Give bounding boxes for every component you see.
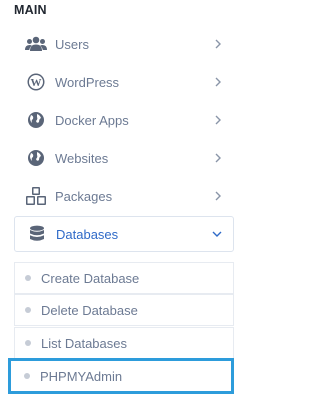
submenu-item-create-database[interactable]: Create Database	[14, 262, 234, 294]
globe-icon	[24, 148, 48, 168]
submenu-item-label: PHPMYAdmin	[40, 368, 123, 384]
submenu-item-label: Delete Database	[41, 302, 138, 318]
sidebar-item-packages[interactable]: Packages	[14, 179, 234, 213]
database-icon	[25, 224, 49, 244]
bullet-icon	[24, 373, 30, 379]
users-icon	[24, 34, 48, 54]
bullet-icon	[25, 307, 31, 313]
submenu-item-delete-database[interactable]: Delete Database	[14, 294, 234, 326]
sidebar-item-label: Databases	[56, 226, 119, 242]
sidebar-item-label: WordPress	[55, 74, 120, 90]
chevron-right-icon	[208, 72, 228, 92]
chevron-right-icon	[208, 110, 228, 130]
sidebar-item-label: Websites	[55, 150, 109, 166]
sidebar-item-label: Docker Apps	[55, 112, 129, 128]
sidebar-item-docker-apps[interactable]: Docker Apps	[14, 103, 234, 137]
chevron-right-icon	[208, 186, 228, 206]
cubes-icon	[24, 186, 48, 206]
sidebar-item-websites[interactable]: Websites	[14, 141, 234, 175]
section-title: MAIN	[14, 3, 47, 17]
sidebar-item-wordpress[interactable]: W WordPress	[14, 65, 234, 99]
sidebar-item-label: Packages	[55, 188, 113, 204]
bullet-icon	[25, 340, 31, 346]
submenu-item-label: List Databases	[41, 335, 127, 351]
chevron-right-icon	[208, 148, 228, 168]
submenu-item-list-databases[interactable]: List Databases	[14, 327, 234, 359]
globe-icon	[24, 110, 48, 130]
svg-text:W: W	[31, 77, 42, 89]
sidebar-item-databases[interactable]: Databases	[14, 216, 234, 252]
submenu-item-phpmyadmin[interactable]: PHPMYAdmin	[8, 358, 234, 394]
chevron-down-icon	[207, 224, 227, 244]
sidebar-item-label: Users	[55, 36, 89, 52]
bullet-icon	[25, 275, 31, 281]
chevron-right-icon	[208, 34, 228, 54]
submenu-item-label: Create Database	[41, 270, 140, 286]
sidebar-item-users[interactable]: Users	[14, 27, 234, 61]
wordpress-icon: W	[24, 72, 48, 92]
